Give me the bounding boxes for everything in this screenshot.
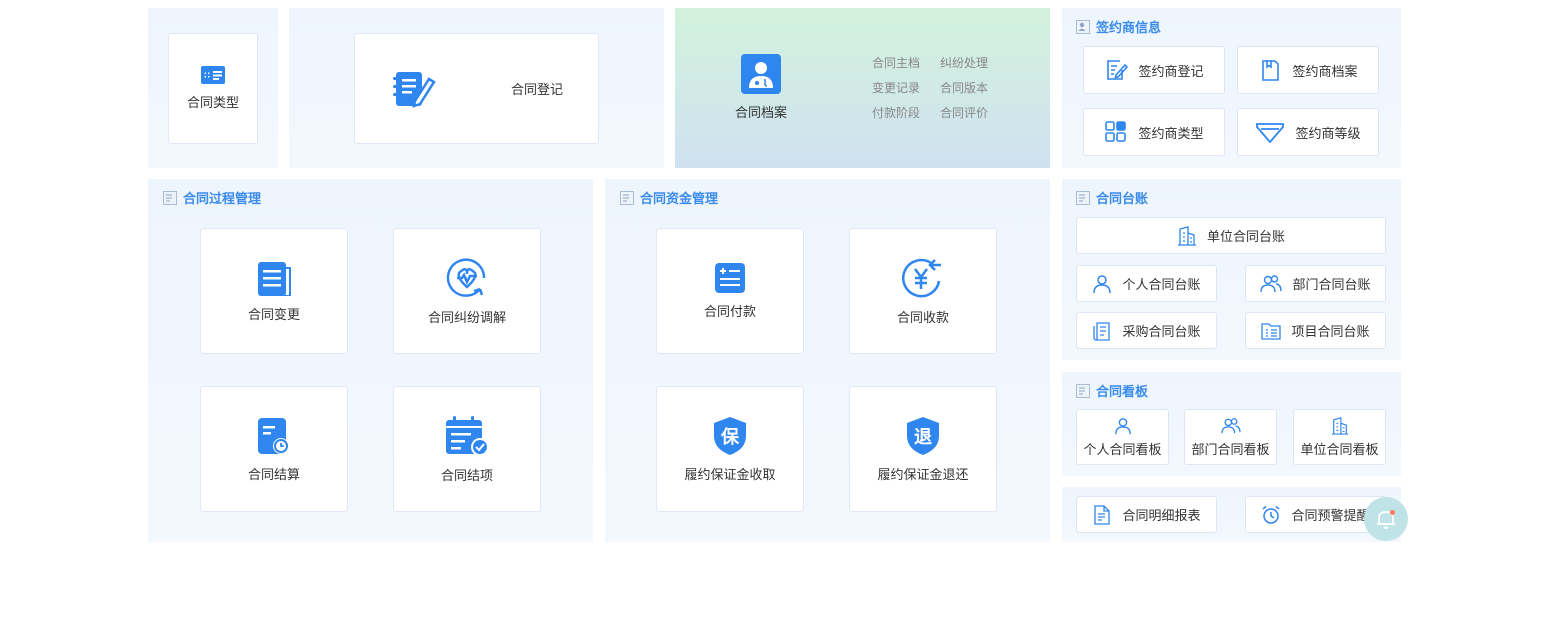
building-icon [1331,416,1348,435]
scroll-document-icon [258,261,291,296]
personal-board-card[interactable]: 个人合同看板 [1076,409,1169,465]
calendar-check-icon [446,415,489,456]
shield-tui-icon: 退 [907,416,939,455]
unit-ledger-card[interactable]: 单位合同台账 [1076,217,1386,254]
contract-receipt-card[interactable]: 合同收款 [849,228,997,354]
signer-section-title: 签约商信息 [1076,17,1161,36]
document-icon [1076,190,1090,205]
contract-dispute-card[interactable]: 合同纠纷调解 [393,228,541,354]
document-icon [1076,383,1090,398]
archive-panel: 合同档案 合同主档 纠纷处理 变更记录 合同版本 付款阶段 合同评价 [675,8,1050,168]
notification-bell-button[interactable] [1364,497,1408,541]
personal-ledger-card[interactable]: 个人合同台账 [1076,265,1217,302]
contract-payment-card[interactable]: 合同付款 [656,228,804,354]
archive-link-master[interactable]: 合同主档 [872,54,920,71]
alarm-clock-icon [1263,505,1280,524]
department-ledger-card[interactable]: 部门合同台账 [1245,265,1386,302]
ledger-section-title: 合同台账 [1076,188,1148,207]
archive-link-evaluation[interactable]: 合同评价 [940,104,988,121]
signer-level-card[interactable]: 签约商等级 [1237,108,1379,156]
funds-panel: 合同资金管理 合同付款 合同收款 保 履约保证金收取 退 履约保证金退还 [605,179,1050,542]
signer-register-card[interactable]: 签约商登记 [1083,46,1225,94]
contract-register-label: 合同登记 [511,83,564,98]
contract-type-label: 合同类型 [186,96,239,111]
notebook-pen-icon [393,71,436,108]
building-icon [1177,225,1196,246]
bell-icon [1377,510,1395,529]
ledger-panel: 合同台账 单位合同台账 个人合同台账 部门合同台账 采购合同台账 项目合同台账 [1062,179,1401,360]
funds-section-title: 合同资金管理 [620,188,718,207]
users-icon [1260,274,1283,292]
reports-panel: 合同明细报表 合同预警提醒 [1062,487,1401,542]
diamond-icon [1256,123,1285,144]
edit-doc-icon [1107,60,1129,80]
signer-archive-card[interactable]: 签约商档案 [1237,46,1379,94]
deposit-collect-card[interactable]: 保 履约保证金收取 [656,386,804,512]
users-icon [1220,417,1241,433]
deposit-refund-card[interactable]: 退 履约保证金退还 [849,386,997,512]
document-icon [620,190,634,205]
board-section-title: 合同看板 [1076,381,1148,400]
signer-type-card[interactable]: 签约商类型 [1083,108,1225,156]
process-section-title: 合同过程管理 [163,188,261,207]
board-panel: 合同看板 个人合同看板 部门合同看板 单位合同看板 [1062,372,1401,476]
process-panel: 合同过程管理 合同变更 合同纠纷调解 合同结算 合同结项 [148,179,593,542]
ledger-plus-icon [715,262,745,293]
folder-list-icon [1261,322,1282,340]
heartbeat-icon [446,257,486,297]
archive-link-version[interactable]: 合同版本 [940,79,988,96]
purchase-ledger-card[interactable]: 采购合同台账 [1076,312,1217,349]
document-icon [163,190,177,205]
archive-link-payment-stage[interactable]: 付款阶段 [872,104,920,121]
user-icon [1114,417,1131,434]
yen-receive-icon [902,258,941,297]
document-clock-icon [258,417,289,454]
contract-register-card[interactable]: 合同登记 [354,33,599,144]
grid-icon [1105,121,1127,142]
archive-link-dispute[interactable]: 纠纷处理 [940,54,988,71]
unit-board-card[interactable]: 单位合同看板 [1293,409,1386,465]
id-card-icon [201,66,225,84]
contract-closure-card[interactable]: 合同结项 [393,386,541,512]
doctor-icon [741,54,781,94]
detail-report-card[interactable]: 合同明细报表 [1076,496,1217,533]
contract-settlement-card[interactable]: 合同结算 [200,386,348,512]
archive-label: 合同档案 [734,106,787,121]
department-board-card[interactable]: 部门合同看板 [1184,409,1277,465]
report-doc-icon [1094,504,1111,525]
contract-type-panel: 合同类型 [148,8,278,168]
stack-doc-icon [1093,321,1111,341]
user-icon [1093,274,1112,293]
contract-register-panel: 合同登记 [289,8,664,168]
contract-type-card[interactable]: 合同类型 [168,33,258,144]
archive-entry[interactable]: 合同档案 [731,54,791,121]
shield-bao-icon: 保 [714,416,746,455]
contract-change-card[interactable]: 合同变更 [200,228,348,354]
archive-link-change[interactable]: 变更记录 [872,79,920,96]
svg-text:保: 保 [720,426,740,448]
svg-text:退: 退 [914,427,932,448]
project-ledger-card[interactable]: 项目合同台账 [1245,312,1386,349]
signer-panel: 签约商信息 签约商登记 签约商档案 签约商类型 签约商等级 [1062,8,1401,168]
user-doc-icon [1076,19,1090,34]
clipboard-icon [1262,60,1280,81]
